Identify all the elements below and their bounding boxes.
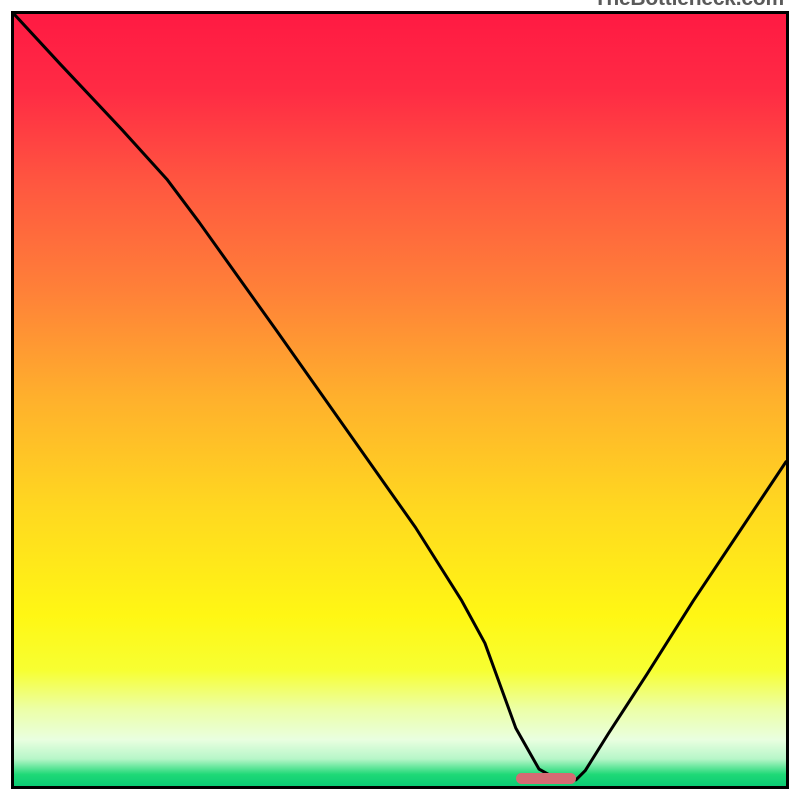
chart-frame: TheBottleneck.com <box>11 11 789 789</box>
bottleneck-chart <box>14 14 786 786</box>
gradient-fill <box>14 14 786 786</box>
watermark-label: TheBottleneck.com <box>594 0 784 11</box>
optimal-range-marker <box>516 773 576 784</box>
